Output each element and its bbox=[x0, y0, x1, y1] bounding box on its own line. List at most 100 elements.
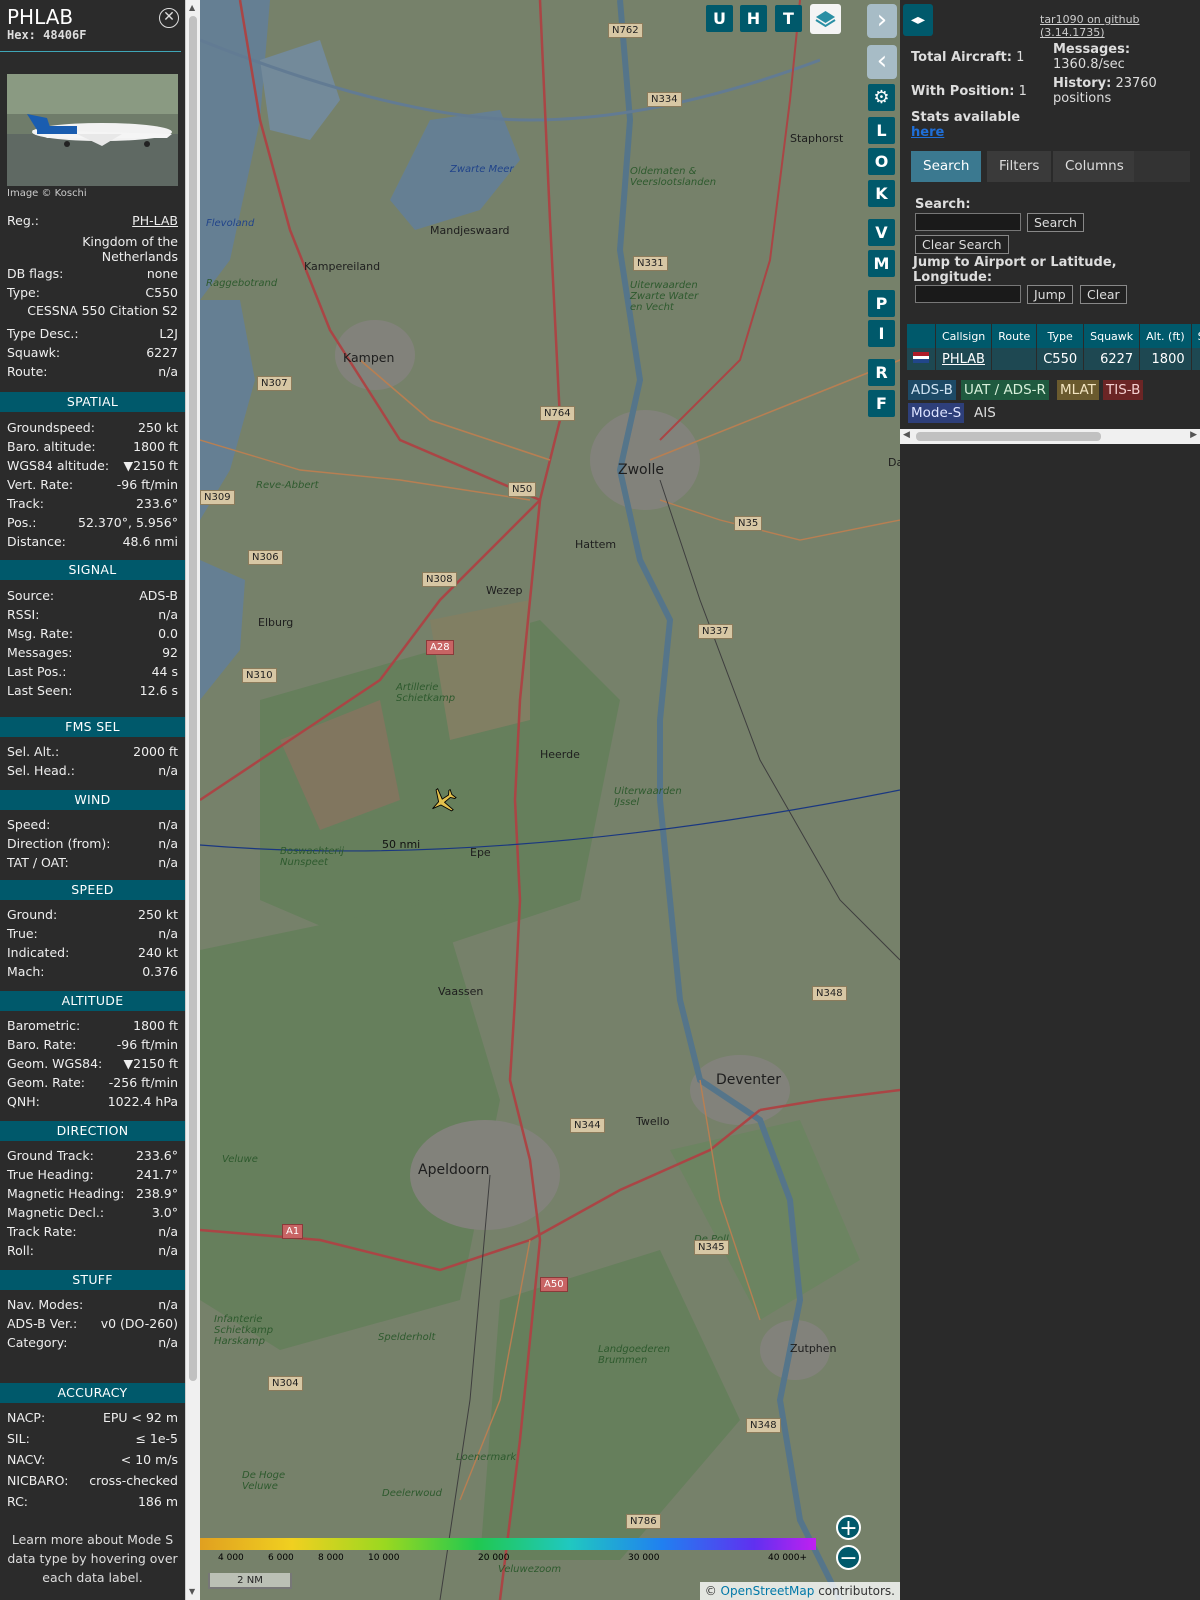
place-label: Kampereiland bbox=[304, 260, 381, 273]
legend-tis-b[interactable]: TIS-B bbox=[1103, 380, 1144, 400]
info-row: Ground: 250 kt bbox=[7, 906, 178, 924]
info-panel-scrollbar[interactable]: ▲ ▼ bbox=[185, 0, 200, 1600]
osm-link[interactable]: OpenStreetMap bbox=[721, 1584, 815, 1598]
col-type[interactable]: Type bbox=[1036, 324, 1085, 348]
map-button-h[interactable]: H bbox=[740, 5, 767, 32]
legend-ads-b[interactable]: ADS-B bbox=[908, 380, 956, 400]
clear-jump-button[interactable]: Clear bbox=[1080, 285, 1127, 304]
info-row-label: Baro. altitude: bbox=[7, 439, 96, 454]
info-row-label: Geom. Rate: bbox=[7, 1075, 86, 1090]
tab-filters[interactable]: Filters bbox=[987, 151, 1052, 182]
map-button-i[interactable]: I bbox=[868, 320, 895, 347]
map-button-t[interactable]: T bbox=[775, 5, 802, 32]
info-row-value: n/a bbox=[158, 763, 178, 778]
github-link[interactable]: tar1090 on github (3.14.1735) bbox=[1040, 13, 1200, 39]
info-row-value: 44 s bbox=[151, 664, 178, 679]
scroll-right-icon[interactable]: ▶ bbox=[1190, 430, 1197, 440]
info-row-label: Geom. WGS84: bbox=[7, 1056, 103, 1071]
info-row-value: n/a bbox=[158, 855, 178, 870]
info-hex: Hex: 48406F bbox=[7, 28, 87, 42]
map-button-k[interactable]: K bbox=[868, 180, 895, 207]
scrollbar-thumb[interactable] bbox=[916, 432, 1101, 441]
info-row-value: 0.0 bbox=[158, 626, 178, 641]
info-row-label: True Heading: bbox=[7, 1167, 94, 1182]
info-row: Geom. Rate: -256 ft/min bbox=[7, 1074, 178, 1092]
col-callsign[interactable]: Callsign bbox=[935, 324, 993, 348]
info-row-value[interactable]: PH-LAB bbox=[132, 212, 178, 230]
section-header-stuff: STUFF bbox=[0, 1270, 185, 1290]
tab-columns[interactable]: Columns bbox=[1053, 151, 1136, 182]
legend-mode-s[interactable]: Mode-S bbox=[908, 403, 965, 423]
map-button-p[interactable]: P bbox=[868, 290, 895, 317]
info-row: Roll: n/a bbox=[7, 1242, 178, 1260]
chevron-left-icon: ‹ bbox=[876, 46, 888, 76]
jump-button[interactable]: Jump bbox=[1027, 285, 1073, 304]
place-label: Wezep bbox=[486, 584, 523, 597]
scroll-down-icon[interactable]: ▼ bbox=[189, 1587, 195, 1596]
map-button-l[interactable]: L bbox=[868, 117, 895, 144]
close-icon[interactable]: ✕ bbox=[159, 8, 179, 28]
search-input[interactable] bbox=[915, 213, 1021, 231]
zoom-in-button[interactable]: + bbox=[836, 1515, 861, 1540]
zoom-out-button[interactable]: − bbox=[836, 1545, 861, 1570]
info-row-label: Messages: bbox=[7, 645, 73, 660]
place-label: Apeldoorn bbox=[418, 1162, 490, 1178]
table-horizontal-scrollbar[interactable]: ◀ ▶ bbox=[900, 429, 1200, 444]
map-button-r[interactable]: R bbox=[868, 359, 895, 386]
info-row-label: Ground Track: bbox=[7, 1148, 94, 1163]
info-row: Magnetic Decl.: 3.0° bbox=[7, 1204, 178, 1222]
legend-ais[interactable]: AIS bbox=[971, 403, 999, 423]
map-button-f[interactable]: F bbox=[868, 390, 895, 417]
tab-search[interactable]: Search bbox=[911, 151, 982, 182]
col-flag[interactable] bbox=[907, 324, 936, 348]
place-label: Infanterie Schietkamp Harskamp bbox=[214, 1314, 274, 1347]
road-shield: N334 bbox=[647, 92, 682, 107]
col-squawk[interactable]: Squawk bbox=[1083, 324, 1141, 348]
table-row[interactable]: PHLAB C550 6227 1800 bbox=[907, 348, 1200, 370]
road-shield: N345 bbox=[694, 1240, 729, 1255]
expand-sidebar-button[interactable]: › bbox=[867, 4, 897, 38]
jump-input[interactable] bbox=[915, 285, 1021, 303]
toggle-layout-button[interactable]: ◂▸ bbox=[903, 4, 933, 36]
search-button[interactable]: Search bbox=[1027, 213, 1084, 232]
layers-button[interactable] bbox=[810, 4, 841, 34]
place-label: Oldematen & Veerslootslanden bbox=[630, 166, 717, 188]
range-ring-label: 50 nmi bbox=[382, 838, 421, 851]
collapse-sidebar-button[interactable]: ‹ bbox=[867, 45, 897, 79]
place-label: Zwarte Meer bbox=[450, 164, 514, 175]
map-button-m[interactable]: M bbox=[868, 250, 895, 277]
total-aircraft: Total Aircraft: 1 bbox=[911, 50, 1025, 65]
legend-mlat[interactable]: MLAT bbox=[1057, 380, 1099, 400]
col-speed[interactable]: Spd. bbox=[1191, 324, 1200, 348]
info-row-label: Track Rate: bbox=[7, 1224, 77, 1239]
info-row-label: Indicated: bbox=[7, 945, 70, 960]
map-button-o[interactable]: O bbox=[868, 148, 895, 175]
road-shield: N308 bbox=[422, 572, 457, 587]
col-altitude[interactable]: Alt. (ft) bbox=[1139, 324, 1192, 348]
info-row: Magnetic Heading: 238.9° bbox=[7, 1185, 178, 1203]
history-stat: History: 23760 positions bbox=[1053, 76, 1157, 106]
col-route[interactable]: Route bbox=[991, 324, 1038, 348]
info-row: Direction (from): n/a bbox=[7, 835, 178, 853]
map-button-u[interactable]: U bbox=[706, 5, 733, 32]
legend-uat-ads-r[interactable]: UAT / ADS-R bbox=[961, 380, 1049, 400]
altitude-tick-label: 6 000 bbox=[268, 1553, 294, 1563]
info-row: Last Seen: 12.6 s bbox=[7, 682, 178, 700]
info-row-value: 233.6° bbox=[135, 1148, 178, 1163]
road-shield: N309 bbox=[200, 490, 235, 505]
scroll-left-icon[interactable]: ◀ bbox=[903, 430, 910, 440]
scrollbar-thumb[interactable] bbox=[189, 16, 197, 1381]
map-view[interactable]: Zwolle Deventer Apeldoorn Kampen Hattem Wezep… bbox=[200, 0, 900, 1600]
place-label: Twello bbox=[636, 1115, 670, 1128]
clear-search-button[interactable]: Clear Search bbox=[915, 235, 1009, 254]
info-row: DB flags: none bbox=[7, 265, 178, 283]
map-button-v[interactable]: V bbox=[868, 219, 895, 246]
aircraft-photo[interactable] bbox=[7, 74, 178, 186]
callsign-cell[interactable]: PHLAB bbox=[935, 348, 993, 370]
settings-button[interactable]: ⚙ bbox=[868, 84, 895, 111]
stats-link[interactable]: here bbox=[911, 125, 944, 140]
info-row: ADS-B Ver.: v0 (DO-260) bbox=[7, 1315, 178, 1333]
aircraft-marker-icon[interactable] bbox=[428, 786, 458, 816]
info-row-value: L2J bbox=[159, 326, 178, 341]
scroll-up-icon[interactable]: ▲ bbox=[189, 3, 195, 12]
